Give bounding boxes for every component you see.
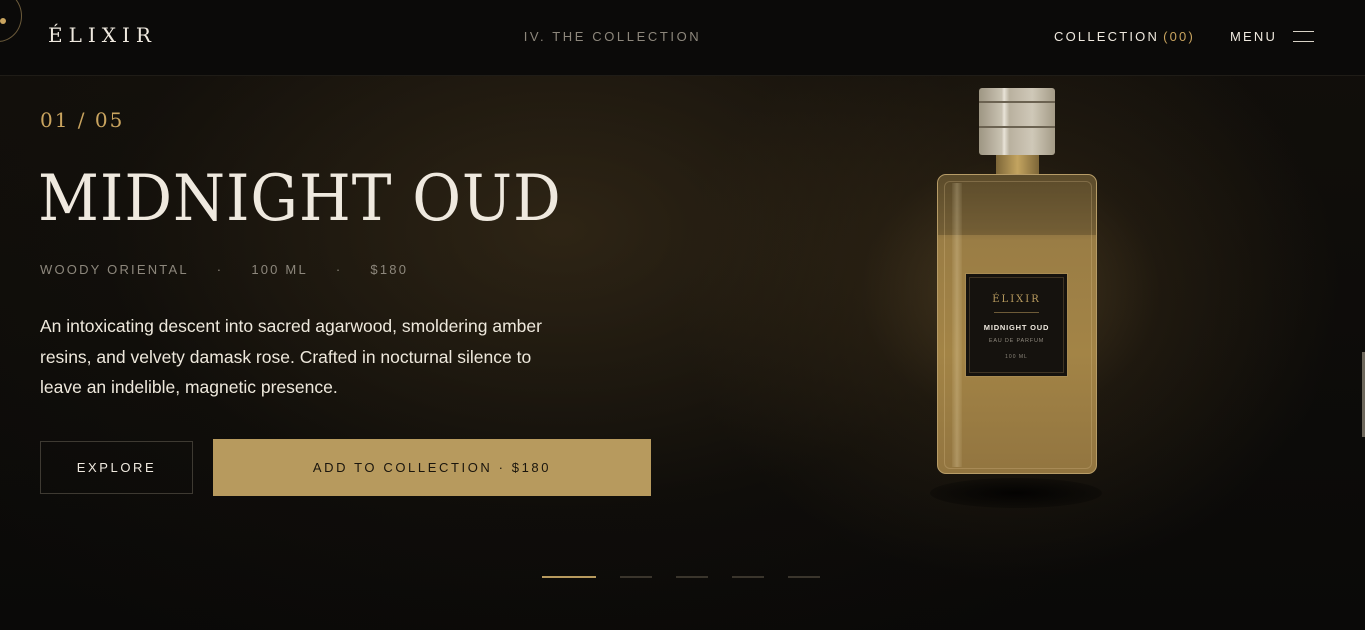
collection-nav-link[interactable]: COLLECTION (00) <box>1054 29 1195 44</box>
menu-button[interactable]: MENU <box>1230 29 1277 44</box>
bottle-label-brand: ÉLIXIR <box>992 294 1041 305</box>
pagination-dot-3[interactable] <box>676 576 708 578</box>
pagination-dot-1[interactable] <box>542 576 596 578</box>
product-title: MIDNIGHT OUD <box>38 162 562 236</box>
meta-separator: · <box>216 262 224 277</box>
add-to-collection-button[interactable]: ADD TO COLLECTION · $180 <box>213 439 651 496</box>
corner-dot-icon <box>0 18 6 24</box>
meta-separator: · <box>335 262 343 277</box>
bottle-neck <box>996 155 1039 175</box>
bottle-label-name: MIDNIGHT OUD <box>983 323 1050 332</box>
product-meta: WOODY ORIENTAL · 100 ML · $180 <box>40 262 408 277</box>
bottle-label-volume: 100 ML <box>1005 354 1028 360</box>
bottle-label-type: EAU DE PARFUM <box>988 338 1045 344</box>
pagination-dot-2[interactable] <box>620 576 652 578</box>
bottle-cap <box>979 88 1055 155</box>
bottle-label: ÉLIXIR MIDNIGHT OUD EAU DE PARFUM 100 ML <box>965 273 1068 377</box>
collection-count-badge: (00) <box>1163 29 1195 44</box>
hamburger-menu-icon[interactable] <box>1293 31 1314 43</box>
product-volume: 100 ML <box>251 262 308 277</box>
explore-button[interactable]: EXPLORE <box>40 441 193 494</box>
product-price: $180 <box>370 262 409 277</box>
slide-counter: 01 / 05 <box>40 108 125 132</box>
perfume-bottle-image: ÉLIXIR MIDNIGHT OUD EAU DE PARFUM 100 ML <box>930 86 1102 516</box>
site-header: ÉLIXIR IV. THE COLLECTION COLLECTION (00)… <box>0 0 1365 76</box>
pagination-dot-4[interactable] <box>732 576 764 578</box>
bottle-label-divider <box>994 312 1039 313</box>
product-family: WOODY ORIENTAL <box>40 262 189 277</box>
hero-stage: ÉLIXIR IV. THE COLLECTION COLLECTION (00)… <box>0 0 1365 630</box>
pagination-dot-5[interactable] <box>788 576 820 578</box>
section-chapter-title: IV. THE COLLECTION <box>523 29 702 44</box>
bottle-shadow <box>930 478 1102 508</box>
collection-nav-label: COLLECTION <box>1054 29 1160 44</box>
product-description: An intoxicating descent into sacred agar… <box>40 316 542 397</box>
